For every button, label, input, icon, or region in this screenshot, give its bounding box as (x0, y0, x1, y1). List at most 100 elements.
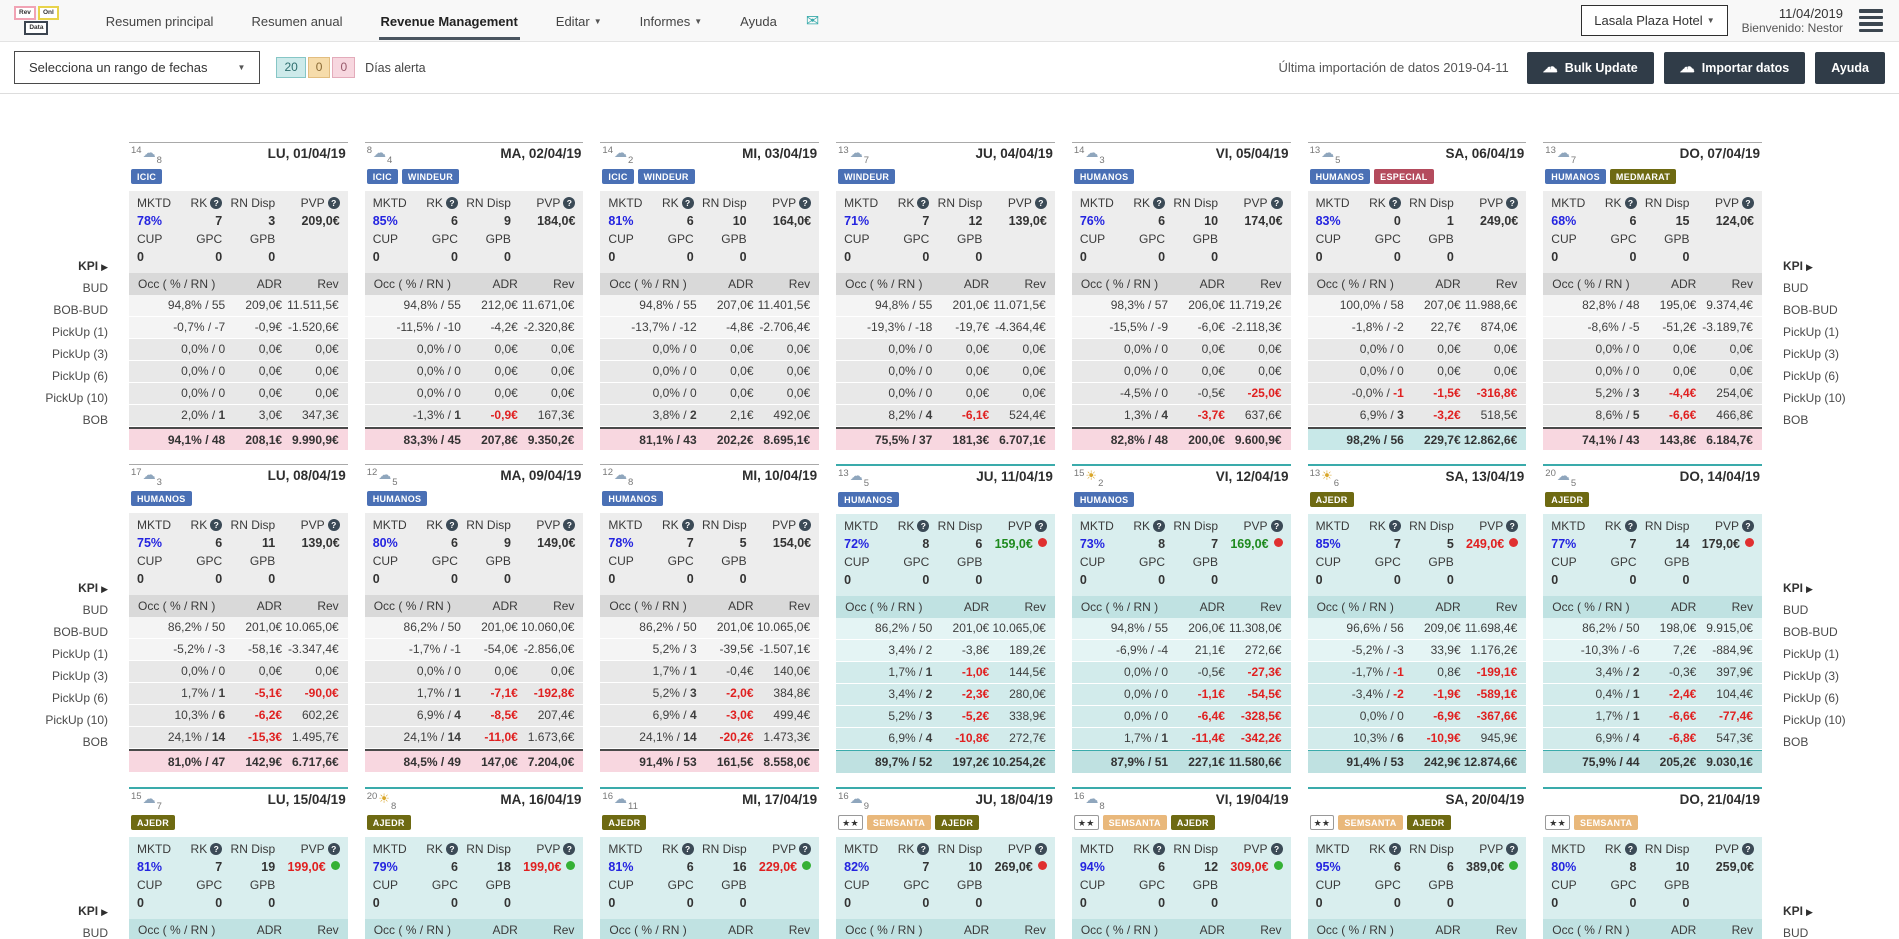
help-icon[interactable]: ? (1389, 843, 1401, 855)
day-cell[interactable]: 15☁7LU, 15/04/19AJEDRMKTDRK?RN DispPVP?8… (129, 787, 348, 939)
day-cell[interactable]: 12☁8MI, 10/04/19HUMANOSMKTDRK?RN DispPVP… (600, 464, 819, 774)
help-icon[interactable]: ? (210, 197, 222, 209)
kpi-expand-icon[interactable]: ▶ (1806, 262, 1813, 272)
help-icon[interactable]: ? (563, 197, 575, 209)
help-icon[interactable]: ? (1271, 520, 1283, 532)
hotel-selector[interactable]: Lasala Plaza Hotel▼ (1581, 5, 1727, 36)
help-icon[interactable]: ? (210, 519, 222, 531)
table-row: 6,9% / 4-10,8€272,7€ (836, 728, 1055, 750)
day-cell[interactable]: 14☁8LU, 01/04/19ICICMKTDRK?RN DispPVP?78… (129, 142, 348, 451)
col-header-occ-rn: Occ ( % / RN ) (1543, 919, 1639, 939)
kpi-expand-icon[interactable]: ▶ (101, 584, 108, 594)
help-icon[interactable]: ? (446, 197, 458, 209)
cup-headers: CUPGPCGPB (608, 553, 811, 570)
help-icon[interactable]: ? (446, 519, 458, 531)
help-icon[interactable]: ? (917, 520, 929, 532)
day-cell[interactable]: 14☁3VI, 05/04/19HUMANOSMKTDRK?RN DispPVP… (1072, 142, 1291, 451)
help-icon[interactable]: ? (446, 843, 458, 855)
day-cell[interactable]: SA, 20/04/19★★SEMSANTAAJEDRMKTDRK?RN Dis… (1308, 787, 1527, 939)
bulk-update-button[interactable]: ☁↑Bulk Update (1527, 52, 1654, 84)
help-icon[interactable]: ? (1742, 520, 1754, 532)
help-icon[interactable]: ? (682, 197, 694, 209)
help-icon[interactable]: ? (1153, 197, 1165, 209)
help-icon[interactable]: ? (1625, 520, 1637, 532)
help-icon[interactable]: ? (1153, 843, 1165, 855)
help-icon[interactable]: ? (1153, 520, 1165, 532)
help-icon[interactable]: ? (1506, 520, 1518, 532)
day-cell[interactable]: 20☀8MA, 16/04/19AJEDRMKTDRK?RN DispPVP?7… (365, 787, 584, 939)
day-cell[interactable]: 12☁5MA, 09/04/19HUMANOSMKTDRK?RN DispPVP… (365, 464, 584, 774)
kpi-expand-icon[interactable]: ▶ (1806, 584, 1813, 594)
help-icon[interactable]: ? (917, 843, 929, 855)
kpi-expand-icon[interactable]: ▶ (101, 262, 108, 272)
help-icon[interactable]: ? (799, 519, 811, 531)
row-label-kpi[interactable]: KPI▶ (1783, 900, 1891, 922)
help-icon[interactable]: ? (1035, 843, 1047, 855)
help-icon[interactable]: ? (1506, 843, 1518, 855)
kpi-expand-icon[interactable]: ▶ (1806, 907, 1813, 917)
cup-values: 000 (1316, 894, 1519, 913)
day-cell[interactable]: 13☀6SA, 13/04/19AJEDRMKTDRK?RN DispPVP?8… (1308, 464, 1527, 774)
envelope-icon[interactable]: ✉ (806, 11, 819, 31)
date-range-select[interactable]: Selecciona un rango de fechas▼ (14, 51, 260, 84)
nav-item-revenue-management[interactable]: Revenue Management (379, 2, 520, 40)
day-cell[interactable]: 13☁5JU, 11/04/19HUMANOSMKTDRK?RN DispPVP… (836, 464, 1055, 774)
rn-disp-value: 5 (694, 534, 747, 553)
help-icon[interactable]: ? (682, 519, 694, 531)
cup-value: 0 (373, 570, 421, 589)
nav-item-ayuda[interactable]: Ayuda (738, 2, 779, 40)
occ-value: 6,9% / 4 (1543, 728, 1639, 749)
chevron-down-icon: ▼ (238, 63, 246, 72)
row-label-kpi[interactable]: KPI▶ (8, 255, 108, 277)
help-icon[interactable]: ? (210, 843, 222, 855)
help-icon[interactable]: ? (563, 843, 575, 855)
cup-values: 000 (373, 894, 576, 913)
row-label-kpi[interactable]: KPI▶ (1783, 577, 1891, 599)
row-label-kpi[interactable]: KPI▶ (8, 900, 108, 922)
import-data-button[interactable]: ☁↑Importar datos (1664, 52, 1806, 84)
kpi-expand-icon[interactable]: ▶ (101, 907, 108, 917)
rev-value: -90,0€ (282, 683, 348, 704)
occ-value: 2,0% / 1 (129, 405, 225, 426)
help-icon[interactable]: ? (1035, 520, 1047, 532)
help-icon[interactable]: ? (1742, 843, 1754, 855)
help-icon[interactable]: ? (1625, 843, 1637, 855)
help-icon[interactable]: ? (1742, 197, 1754, 209)
help-icon[interactable]: ? (799, 197, 811, 209)
day-cell[interactable]: 16☁8VI, 19/04/19★★SEMSANTAAJEDRMKTDRK?RN… (1072, 787, 1291, 939)
day-cell[interactable]: 16☁11MI, 17/04/19AJEDRMKTDRK?RN DispPVP?… (600, 787, 819, 939)
help-icon[interactable]: ? (799, 843, 811, 855)
help-icon[interactable]: ? (1035, 197, 1047, 209)
hamburger-menu-icon[interactable] (1857, 7, 1885, 34)
day-cell[interactable]: 13☁7JU, 04/04/19WINDEURMKTDRK?RN DispPVP… (836, 142, 1055, 451)
help-icon[interactable]: ? (1389, 520, 1401, 532)
help-icon[interactable]: ? (1625, 197, 1637, 209)
day-cell[interactable]: 8☁4MA, 02/04/19ICICWINDEURMKTDRK?RN Disp… (365, 142, 584, 451)
day-cell[interactable]: 13☁5SA, 06/04/19HUMANOSESPECIALMKTDRK?RN… (1308, 142, 1527, 451)
help-icon[interactable]: ? (1506, 197, 1518, 209)
help-icon[interactable]: ? (1389, 197, 1401, 209)
help-icon[interactable]: ? (682, 843, 694, 855)
help-icon[interactable]: ? (917, 197, 929, 209)
day-cell[interactable]: 13☁7DO, 07/04/19HUMANOSMEDMARATMKTDRK?RN… (1543, 142, 1762, 451)
row-label-kpi[interactable]: KPI▶ (8, 577, 108, 599)
help-button[interactable]: Ayuda (1815, 52, 1885, 84)
day-cell[interactable]: 14☁2MI, 03/04/19ICICWINDEURMKTDRK?RN Dis… (600, 142, 819, 451)
help-icon[interactable]: ? (328, 843, 340, 855)
help-icon[interactable]: ? (328, 519, 340, 531)
day-cell[interactable]: 16☁9JU, 18/04/19★★SEMSANTAAJEDRMKTDRK?RN… (836, 787, 1055, 939)
app-logo[interactable]: Rev Onl Data (14, 6, 59, 35)
row-label-kpi[interactable]: KPI▶ (1783, 255, 1891, 277)
nav-item-resumen-principal[interactable]: Resumen principal (104, 2, 216, 40)
day-cell[interactable]: 20☁5DO, 14/04/19AJEDRMKTDRK?RN DispPVP?7… (1543, 464, 1762, 774)
help-icon[interactable]: ? (563, 519, 575, 531)
help-icon[interactable]: ? (1271, 843, 1283, 855)
day-cell[interactable]: 17☁3LU, 08/04/19HUMANOSMKTDRK?RN DispPVP… (129, 464, 348, 774)
nav-item-resumen-anual[interactable]: Resumen anual (249, 2, 344, 40)
help-icon[interactable]: ? (328, 197, 340, 209)
day-cell[interactable]: 15☀2VI, 12/04/19HUMANOSMKTDRK?RN DispPVP… (1072, 464, 1291, 774)
help-icon[interactable]: ? (1271, 197, 1283, 209)
day-cell[interactable]: DO, 21/04/19★★SEMSANTAMKTDRK?RN DispPVP?… (1543, 787, 1762, 939)
nav-item-editar[interactable]: Editar▼ (554, 2, 604, 40)
nav-item-informes[interactable]: Informes▼ (638, 2, 705, 40)
